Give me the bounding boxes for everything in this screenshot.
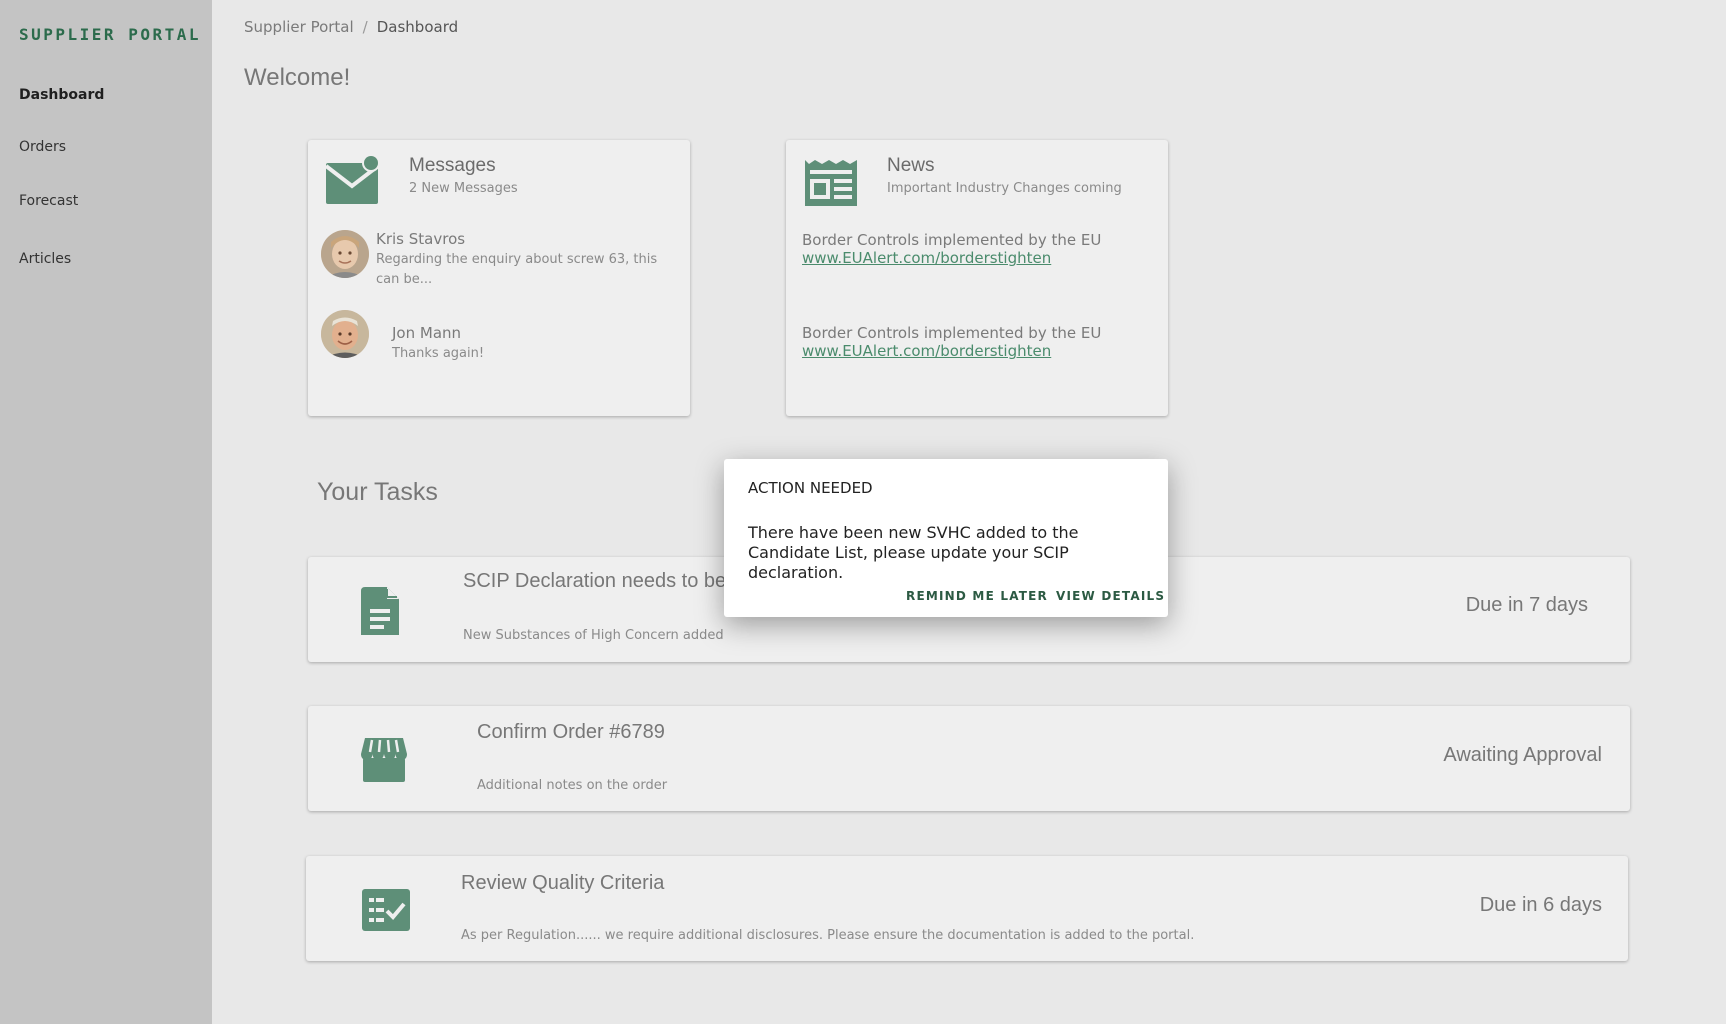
avatar bbox=[321, 230, 369, 278]
action-needed-dialog: ACTION NEEDED There have been new SVHC a… bbox=[724, 459, 1168, 617]
news-subtitle: Important Industry Changes coming bbox=[887, 181, 1122, 196]
remind-me-later-button[interactable]: REMIND ME LATER bbox=[906, 589, 1048, 603]
brand-logo[interactable]: SUPPLIER PORTAL bbox=[19, 25, 201, 44]
news-card[interactable]: News Important Industry Changes coming B… bbox=[786, 140, 1168, 416]
dialog-title: ACTION NEEDED bbox=[748, 479, 873, 497]
messages-subtitle: 2 New Messages bbox=[409, 181, 518, 196]
breadcrumb-separator: / bbox=[362, 18, 368, 36]
task-confirm-order[interactable]: Confirm Order #6789 Additional notes on … bbox=[308, 706, 1630, 811]
task-subtitle: As per Regulation...... we require addit… bbox=[461, 928, 1195, 943]
messages-title: Messages bbox=[409, 155, 496, 176]
message-preview: Thanks again! bbox=[392, 346, 485, 361]
task-title: SCIP Declaration needs to be bbox=[463, 570, 727, 592]
sidebar-item-articles[interactable]: Articles bbox=[19, 251, 71, 267]
document-icon bbox=[361, 587, 399, 635]
task-status: Due in 6 days bbox=[1479, 894, 1602, 916]
news-item: Border Controls implemented by the EU ww… bbox=[802, 231, 1101, 267]
news-headline: Border Controls implemented by the EU bbox=[802, 324, 1102, 342]
news-title: News bbox=[887, 155, 935, 176]
news-link[interactable]: www.EUAlert.com/borderstighten bbox=[802, 342, 1101, 360]
message-preview: Regarding the enquiry about screw 63, th… bbox=[376, 252, 658, 287]
news-link[interactable]: www.EUAlert.com/borderstighten bbox=[802, 249, 1101, 267]
news-headline: Border Controls implemented by the EU bbox=[802, 231, 1102, 249]
task-title: Confirm Order #6789 bbox=[477, 721, 665, 743]
breadcrumb: Supplier Portal / Dashboard bbox=[244, 18, 458, 36]
storefront-icon bbox=[361, 738, 407, 782]
page-title: Welcome! bbox=[244, 64, 351, 91]
task-subtitle: Additional notes on the order bbox=[477, 778, 668, 793]
sidebar: SUPPLIER PORTAL Dashboard Orders Forecas… bbox=[0, 0, 212, 1024]
dialog-body: There have been new SVHC added to the Ca… bbox=[748, 523, 1079, 582]
checklist-icon bbox=[362, 889, 410, 931]
news-item: Border Controls implemented by the EU ww… bbox=[802, 324, 1101, 360]
view-details-button[interactable]: VIEW DETAILS bbox=[1056, 589, 1165, 603]
newspaper-icon bbox=[805, 160, 857, 206]
sidebar-item-dashboard[interactable]: Dashboard bbox=[19, 87, 104, 103]
task-review-quality[interactable]: Review Quality Criteria As per Regulatio… bbox=[306, 856, 1628, 961]
tasks-heading: Your Tasks bbox=[317, 478, 438, 506]
task-title: Review Quality Criteria bbox=[461, 872, 665, 894]
message-sender: Jon Mann bbox=[392, 324, 462, 342]
breadcrumb-current: Dashboard bbox=[376, 18, 459, 36]
sidebar-item-forecast[interactable]: Forecast bbox=[19, 193, 78, 209]
avatar bbox=[321, 310, 369, 358]
messages-card[interactable]: Messages 2 New Messages Kris Stavros Reg… bbox=[308, 140, 690, 416]
sidebar-item-orders[interactable]: Orders bbox=[19, 139, 66, 155]
task-status: Due in 7 days bbox=[1465, 594, 1588, 616]
task-subtitle: New Substances of High Concern added bbox=[463, 628, 724, 643]
message-sender: Kris Stavros bbox=[376, 230, 466, 248]
task-status: Awaiting Approval bbox=[1443, 744, 1602, 766]
breadcrumb-root[interactable]: Supplier Portal bbox=[244, 18, 354, 36]
mail-notification-icon bbox=[325, 154, 380, 204]
